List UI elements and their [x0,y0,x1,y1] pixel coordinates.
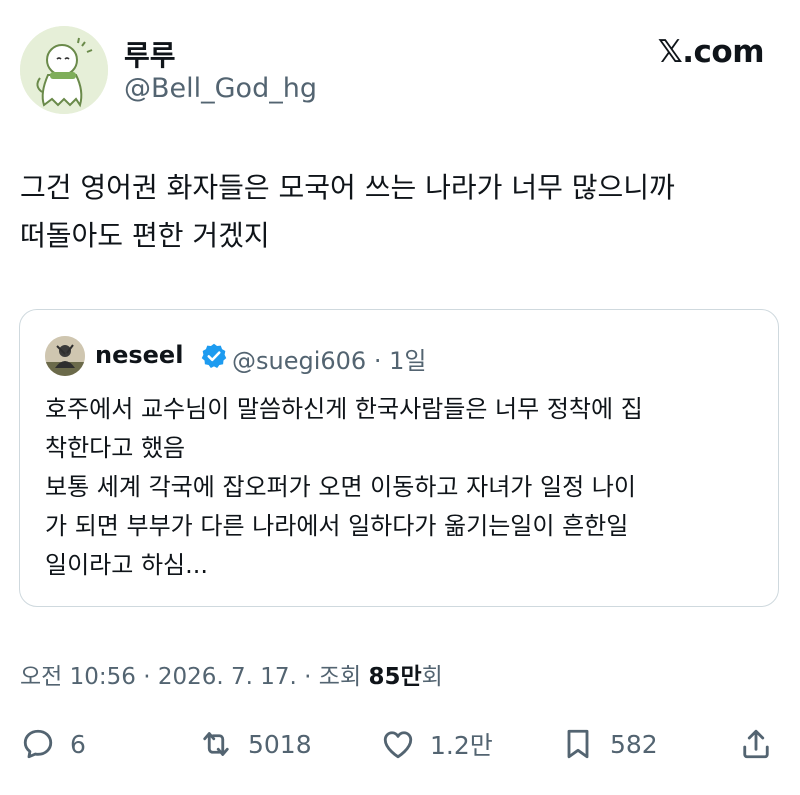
meta-separator: · [373,347,390,375]
person-photo-icon [45,336,85,376]
views-label: 조회 [318,664,362,690]
quote-text-line: 일이라고 하심... [45,551,208,579]
verified-badge-icon [201,343,227,369]
quote-text: 호주에서 교수님이 말씀하신게 한국사람들은 너무 정착에 집 착한다고 했음 … [45,390,765,585]
tweet-text: 그건 영어권 화자들은 모국어 쓰는 나라가 너무 많으니까 떠돌아도 편한 거… [20,164,780,260]
quote-text-line: 착한다고 했음 [45,434,186,462]
quote-meta: @suegi606 · 1일 [232,341,426,376]
reply-count: 6 [70,729,86,759]
quote-text-line: 호주에서 교수님이 말씀하신게 한국사람들은 너무 정착에 집 [45,395,643,423]
repost-icon [203,732,229,756]
tweet-meta: 오전 10:56 · 2026. 7. 17. · 조회 85만회 [20,657,443,691]
reply-icon [23,729,53,759]
quoted-tweet-card[interactable]: neseel @suegi606 · 1일 호주에서 교수님이 말씀하신게 한국… [19,309,779,607]
views-unit: 회 [421,664,443,690]
meta-separator: · [304,664,319,690]
share-icon [743,729,769,759]
reply-button[interactable]: 6 [20,722,86,766]
tweet-text-line: 그건 영어권 화자들은 모국어 쓰는 나라가 너무 많으니까 [20,171,675,204]
quote-author-avatar[interactable] [45,336,85,376]
quote-text-line: 보통 세계 각국에 잡오퍼가 오면 이동하고 자녀가 일정 나이 [45,473,636,501]
quote-author-name[interactable]: neseel [95,341,183,369]
tweet-text-line: 떠돌아도 편한 거겠지 [20,219,270,252]
quote-time[interactable]: 1일 [389,347,426,375]
like-button[interactable]: 1.2만 [380,722,493,766]
x-logo: 𝕏.com [657,34,765,70]
quote-text-line: 가 되면 부부가 다른 나라에서 일하다가 옮기는일이 흔한일 [45,512,629,540]
heart-icon [383,731,413,759]
tweet-date[interactable]: 2026. 7. 17. [158,664,297,690]
views-count: 85만 [368,664,422,690]
author-avatar[interactable] [20,26,108,114]
bookmark-icon [567,729,589,759]
tweet-time[interactable]: 오전 10:56 [20,664,136,690]
author-display-name[interactable]: 루루 [124,34,176,74]
author-handle[interactable]: @Bell_God_hg [124,73,317,104]
repost-count: 5018 [248,729,312,759]
bookmark-count: 582 [610,729,658,759]
repost-button[interactable]: 5018 [198,722,312,766]
quote-author-handle[interactable]: @suegi606 [232,347,366,375]
ghost-avatar-icon [20,26,108,114]
share-button[interactable] [738,722,774,766]
bookmark-button[interactable]: 582 [560,722,658,766]
like-count: 1.2만 [430,731,493,760]
meta-separator: · [143,664,158,690]
